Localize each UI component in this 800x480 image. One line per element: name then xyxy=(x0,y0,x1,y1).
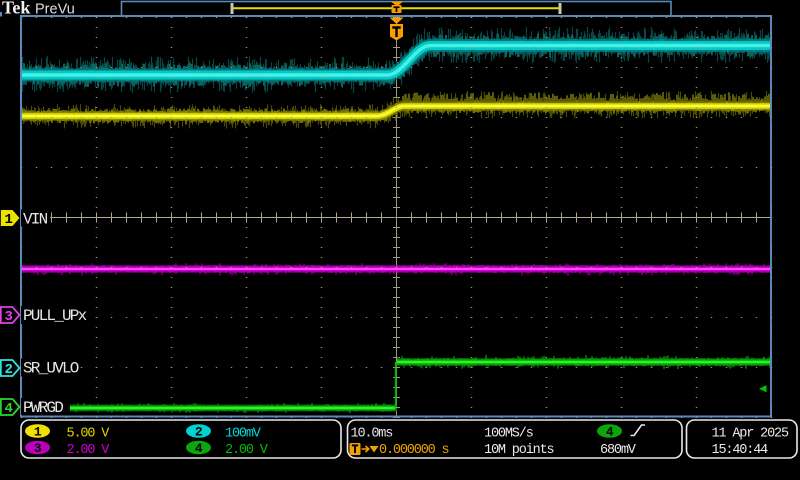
svg-text:PULL_UPx: PULL_UPx xyxy=(23,307,87,325)
svg-text:2: 2 xyxy=(195,425,203,440)
svg-text:100mV: 100mV xyxy=(225,426,262,441)
svg-text:11 Apr 2025: 11 Apr 2025 xyxy=(712,426,790,441)
svg-text:10M points: 10M points xyxy=(484,443,554,458)
svg-text:2.00 V: 2.00 V xyxy=(225,443,269,458)
svg-text:1: 1 xyxy=(5,212,13,228)
svg-text:4: 4 xyxy=(606,425,614,440)
svg-text:4: 4 xyxy=(5,401,13,417)
svg-text:2: 2 xyxy=(5,362,13,378)
svg-text:2.00 V: 2.00 V xyxy=(67,443,111,458)
svg-text:0.000000 s: 0.000000 s xyxy=(379,443,449,458)
svg-text:4: 4 xyxy=(195,441,203,456)
svg-text:680mV: 680mV xyxy=(600,443,637,458)
svg-text:10.0ms: 10.0ms xyxy=(351,426,393,441)
svg-text:3: 3 xyxy=(34,441,42,456)
svg-text:Tek: Tek xyxy=(2,0,30,18)
svg-text:3: 3 xyxy=(5,309,13,325)
svg-text:PWRGD: PWRGD xyxy=(23,399,63,417)
svg-text:PreVu: PreVu xyxy=(35,2,75,18)
svg-text:SR_UVLO: SR_UVLO xyxy=(23,360,79,378)
svg-text:100MS/s: 100MS/s xyxy=(484,426,533,441)
svg-text:1: 1 xyxy=(34,425,42,440)
svg-text:15:40:44: 15:40:44 xyxy=(712,443,769,458)
svg-text:5.00 V: 5.00 V xyxy=(67,426,111,441)
svg-text:VIN: VIN xyxy=(23,211,48,229)
